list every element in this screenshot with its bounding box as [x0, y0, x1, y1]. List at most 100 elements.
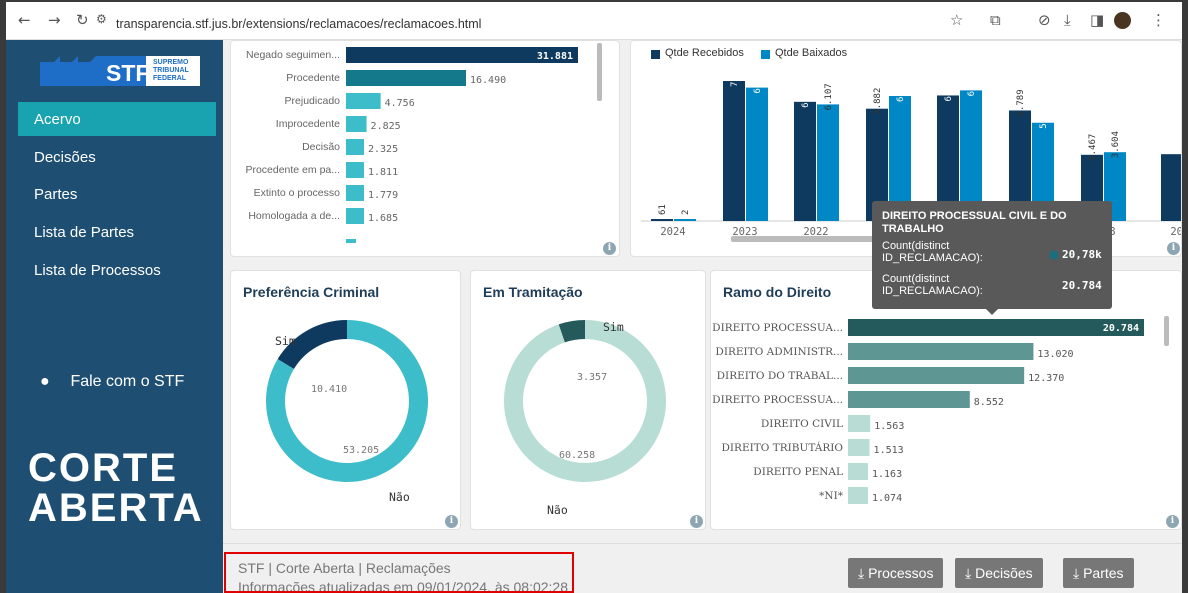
nao-label: Não: [389, 490, 410, 504]
ramo-direito-panel: Ramo do Direito DIREITO PROCESSUA... 20.7…: [710, 270, 1182, 530]
bar: [346, 185, 364, 201]
nav-decisoes[interactable]: Decisões: [18, 140, 216, 174]
bar-value: 2.825: [371, 121, 401, 132]
bar-label: Procedente: [286, 72, 340, 84]
bar-baixados: [817, 104, 839, 221]
nav-acervo[interactable]: Acervo: [18, 102, 216, 136]
bar-value: 1.779: [368, 190, 398, 201]
info-icon[interactable]: i: [690, 515, 703, 528]
bar-label: DIREITO PROCESSUA...: [712, 394, 843, 406]
bar-value: 1.513: [874, 445, 904, 456]
bar-label: Improcedente: [276, 118, 340, 130]
bar-value-recebidos: 3.467: [1088, 134, 1098, 161]
nav-lista-de-partes[interactable]: Lista de Partes: [18, 215, 216, 249]
bar-recebidos: [794, 101, 816, 221]
bar-baixados: [746, 87, 768, 221]
footer-info-highlight: STF | Corte Aberta | Reclamações Informa…: [224, 552, 574, 593]
bar-value-baixados: 6.107: [824, 83, 834, 110]
bar-value: 16.490: [470, 75, 506, 86]
info-icon[interactable]: i: [1166, 515, 1179, 528]
preferencia-donut-chart: Sim 10.410 53.205 Não: [265, 320, 428, 504]
info-icon[interactable]: i: [603, 242, 616, 255]
bar-label: DIREITO ADMINISTR...: [715, 346, 843, 358]
bar-value: 20.784: [1103, 323, 1139, 334]
bar-value: 1.811: [368, 167, 398, 178]
bar: [848, 463, 868, 480]
bar: [848, 439, 870, 456]
bar-recebidos: [723, 81, 745, 221]
menu-icon[interactable]: ⋮: [1151, 11, 1166, 29]
bar-value: 13.020: [1037, 349, 1073, 360]
bar: [848, 367, 1025, 384]
bar-value-baixados: 6.841: [967, 69, 977, 96]
bar-value-baixados: 6.987: [753, 67, 763, 94]
bar-recebidos: [651, 219, 673, 221]
nav-partes[interactable]: Partes: [18, 177, 216, 211]
bar-label: Homologada a de...: [248, 210, 340, 222]
nao-value: 60.258: [559, 450, 595, 461]
bar-label: DIREITO PROCESSUA...: [712, 322, 843, 334]
footer-title: STF | Corte Aberta | Reclamações: [238, 560, 451, 576]
bar: [346, 70, 466, 86]
reload-icon[interactable]: ↻: [76, 11, 89, 29]
browser-window: ← → ↻ ⚙ transparencia.stf.jus.br/extensi…: [6, 2, 1182, 593]
bar-value-recebidos: 6.242: [801, 81, 811, 108]
bar-value-recebidos: 61: [658, 204, 668, 215]
info-icon[interactable]: i: [1167, 242, 1180, 255]
bar: [848, 319, 1144, 336]
scrollbar[interactable]: [1164, 316, 1169, 346]
download-icon: ⤓: [965, 565, 972, 581]
bar: [848, 487, 868, 504]
logo-text: SUPREMO TRIBUNAL FEDERAL: [153, 59, 189, 82]
bar-value-baixados: 6.548: [896, 75, 906, 102]
em-tramitacao-panel: Em Tramitação Sim 3.357 60.258 Não i: [470, 270, 706, 530]
download-processos-button[interactable]: ⤓ Processos: [848, 558, 944, 588]
info-icon[interactable]: i: [445, 515, 458, 528]
tracking-icon[interactable]: ⊘: [1038, 11, 1051, 29]
fale-com-stf-link[interactable]: ● Fale com o STF: [40, 373, 184, 391]
bar-value: 31.881: [537, 51, 573, 62]
bar: [346, 116, 367, 132]
sim-value: 10.410: [311, 384, 347, 395]
bar-label: Prejudicado: [285, 95, 341, 107]
bar-label: DIREITO DO TRABAL...: [717, 370, 843, 382]
horizontal-scrollbar[interactable]: [731, 236, 881, 242]
bar: [848, 415, 871, 432]
bar-label: Decisão: [302, 141, 340, 153]
bar-value: 1.685: [368, 213, 398, 224]
back-icon[interactable]: ←: [18, 11, 31, 29]
bar-value-recebidos: 6.576: [944, 74, 954, 101]
address-bar[interactable]: transparencia.stf.jus.br/extensions/recl…: [116, 17, 481, 31]
tramitacao-donut-chart: Sim 3.357 60.258 Não: [504, 320, 666, 517]
bar: [848, 343, 1034, 360]
bookmark-star-icon[interactable]: ☆: [950, 11, 963, 29]
bar-label: Procedente em pa...: [245, 164, 340, 176]
download-icon: ⤓: [858, 565, 865, 581]
site-settings-icon[interactable]: ⚙: [96, 12, 107, 26]
download-decisoes-button[interactable]: ⤓ Decisões: [955, 558, 1043, 588]
nao-value: 53.205: [343, 445, 379, 456]
nav-lista-de-processos[interactable]: Lista de Processos: [18, 253, 216, 287]
bar-recebidos: [1161, 154, 1181, 221]
forward-icon[interactable]: →: [48, 11, 61, 29]
download-icon[interactable]: ⤓: [1064, 11, 1071, 29]
bar-value: 2.325: [368, 144, 398, 155]
decisoes-chart-panel: Negado seguimen... 31.881 Procedente 16.490…: [230, 40, 620, 257]
logo-abbr: STF: [106, 60, 150, 86]
footer-updated: Informações atualizadas em 09/01/2024, à…: [238, 579, 568, 593]
bar-value: 1.074: [872, 493, 902, 504]
bar-label: DIREITO PENAL: [753, 466, 843, 478]
bar-label: DIREITO CIVIL: [761, 418, 843, 430]
download-partes-button[interactable]: ⤓ Partes: [1063, 558, 1134, 588]
extensions-icon[interactable]: ⧉: [990, 11, 1001, 29]
bar: [346, 139, 364, 155]
scrollbar[interactable]: [597, 43, 602, 101]
profile-avatar[interactable]: [1114, 12, 1131, 29]
bar-value: 1.563: [874, 421, 904, 432]
bar-value-baixados: 2: [681, 210, 691, 215]
sidebar: STF SUPREMO TRIBUNAL FEDERAL Acervo Deci…: [6, 40, 223, 593]
preferencia-criminal-panel: Preferência Criminal Sim 10.410 53.205 Não …: [230, 270, 461, 530]
sidepanel-icon[interactable]: ◨: [1090, 11, 1104, 29]
year-tick-label: 2017: [1170, 226, 1182, 238]
download-icon: ⤓: [1073, 565, 1080, 581]
